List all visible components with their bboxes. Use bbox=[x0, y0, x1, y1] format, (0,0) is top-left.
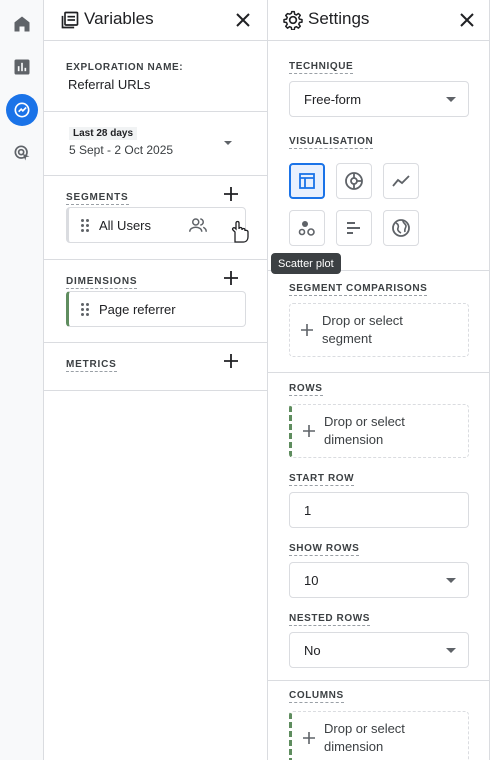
start-row-label: START ROW bbox=[289, 473, 355, 486]
add-segment-button[interactable] bbox=[221, 184, 241, 204]
segments-section: SEGMENTS All Users bbox=[44, 176, 267, 260]
viz-geo-button[interactable] bbox=[383, 210, 419, 246]
dimensions-section: DIMENSIONS Page referrer bbox=[44, 260, 267, 343]
columns-drop-text: Drop or select dimension bbox=[324, 721, 405, 754]
plus-icon bbox=[224, 354, 238, 368]
hand-cursor-icon bbox=[231, 220, 249, 243]
viz-line-button[interactable] bbox=[383, 163, 419, 199]
exploration-name-label: EXPLORATION NAME: bbox=[66, 62, 184, 73]
exploration-name-input[interactable]: Referral URLs bbox=[68, 77, 150, 92]
date-range-badge: Last 28 days bbox=[69, 127, 138, 140]
rows-drop-text: Drop or select dimension bbox=[324, 414, 405, 447]
variables-title: Variables bbox=[84, 9, 154, 28]
variables-panel: Variables EXPLORATION NAME: Referral URL… bbox=[44, 0, 268, 760]
divider bbox=[268, 372, 490, 373]
divider bbox=[268, 680, 490, 681]
viz-table-button[interactable] bbox=[289, 163, 325, 199]
variables-icon bbox=[61, 11, 79, 29]
close-icon bbox=[236, 13, 250, 27]
add-metric-button[interactable] bbox=[221, 351, 241, 371]
segment-comparisons-label: SEGMENT COMPARISONS bbox=[289, 283, 428, 296]
metrics-section: METRICS bbox=[44, 343, 267, 391]
technique-select[interactable]: Free-form bbox=[289, 81, 469, 117]
scroll-gutter bbox=[490, 0, 502, 760]
visualisation-label: VISUALISATION bbox=[289, 136, 374, 149]
dimension-chip-label: Page referrer bbox=[99, 301, 176, 317]
variables-header: Variables bbox=[44, 0, 267, 41]
advertising-icon bbox=[14, 145, 30, 161]
date-range-dropdown-icon[interactable] bbox=[224, 141, 232, 145]
nav-explore[interactable] bbox=[0, 90, 44, 130]
scatter-plot-icon bbox=[298, 221, 315, 236]
technique-label: TECHNIQUE bbox=[289, 61, 354, 74]
drag-handle-icon[interactable] bbox=[81, 302, 91, 316]
segment-drop-text: Drop or select segment bbox=[322, 313, 403, 346]
dropdown-caret-icon bbox=[446, 648, 456, 653]
segment-comparisons-drop-zone[interactable]: Drop or select segment bbox=[289, 303, 469, 357]
left-nav-rail bbox=[0, 0, 44, 760]
exploration-name-section: EXPLORATION NAME: Referral URLs bbox=[44, 41, 267, 112]
viz-bar-button[interactable] bbox=[336, 210, 372, 246]
plus-icon bbox=[303, 425, 315, 437]
viz-scatter-button[interactable] bbox=[289, 210, 325, 246]
columns-label: COLUMNS bbox=[289, 690, 344, 703]
users-icon bbox=[189, 218, 207, 232]
scatter-plot-tooltip: Scatter plot bbox=[271, 253, 341, 274]
columns-drop-zone[interactable]: Drop or select dimension bbox=[289, 711, 469, 760]
gear-icon bbox=[283, 10, 303, 30]
globe-icon bbox=[392, 219, 410, 237]
dimensions-label: DIMENSIONS bbox=[66, 276, 138, 289]
bar-chart-icon bbox=[347, 222, 360, 234]
segment-chip-label: All Users bbox=[99, 217, 152, 233]
line-chart-icon bbox=[392, 175, 410, 187]
close-icon bbox=[460, 13, 474, 27]
settings-title: Settings bbox=[308, 9, 370, 28]
variables-close-button[interactable] bbox=[233, 10, 253, 30]
nav-advertising[interactable] bbox=[0, 133, 44, 173]
rows-label: ROWS bbox=[289, 383, 323, 396]
plus-icon bbox=[301, 324, 313, 336]
nested-rows-label: NESTED ROWS bbox=[289, 613, 371, 626]
rows-drop-zone[interactable]: Drop or select dimension bbox=[289, 404, 469, 458]
nav-reports[interactable] bbox=[0, 47, 44, 87]
settings-panel: Settings TECHNIQUE Free-form VISUALISATI… bbox=[268, 0, 490, 760]
start-row-input[interactable]: 1 bbox=[289, 492, 469, 528]
metrics-label: METRICS bbox=[66, 359, 117, 372]
settings-close-button[interactable] bbox=[457, 10, 477, 30]
plus-icon bbox=[303, 732, 315, 744]
home-icon bbox=[14, 16, 30, 32]
date-range-value: 5 Sept - 2 Oct 2025 bbox=[69, 143, 174, 157]
dropdown-caret-icon bbox=[446, 97, 456, 102]
reports-icon bbox=[14, 59, 30, 75]
segment-chip-all-users[interactable]: All Users bbox=[66, 207, 246, 243]
explore-icon bbox=[14, 102, 30, 118]
show-rows-label: SHOW ROWS bbox=[289, 543, 360, 556]
nested-rows-value: No bbox=[304, 642, 321, 658]
segments-label: SEGMENTS bbox=[66, 192, 129, 205]
settings-header: Settings bbox=[268, 0, 489, 41]
add-dimension-button[interactable] bbox=[221, 268, 241, 288]
show-rows-value: 10 bbox=[304, 572, 319, 588]
technique-value: Free-form bbox=[304, 91, 362, 107]
viz-donut-button[interactable] bbox=[336, 163, 372, 199]
table-icon bbox=[299, 173, 315, 189]
date-range-section[interactable]: Last 28 days 5 Sept - 2 Oct 2025 bbox=[44, 112, 267, 176]
donut-chart-icon bbox=[345, 172, 363, 190]
dimension-chip-page-referrer[interactable]: Page referrer bbox=[66, 291, 246, 327]
nav-home[interactable] bbox=[0, 4, 44, 44]
plus-icon bbox=[224, 187, 238, 201]
plus-icon bbox=[224, 271, 238, 285]
dropdown-caret-icon bbox=[446, 578, 456, 583]
show-rows-select[interactable]: 10 bbox=[289, 562, 469, 598]
nested-rows-select[interactable]: No bbox=[289, 632, 469, 668]
drag-handle-icon[interactable] bbox=[81, 218, 91, 232]
